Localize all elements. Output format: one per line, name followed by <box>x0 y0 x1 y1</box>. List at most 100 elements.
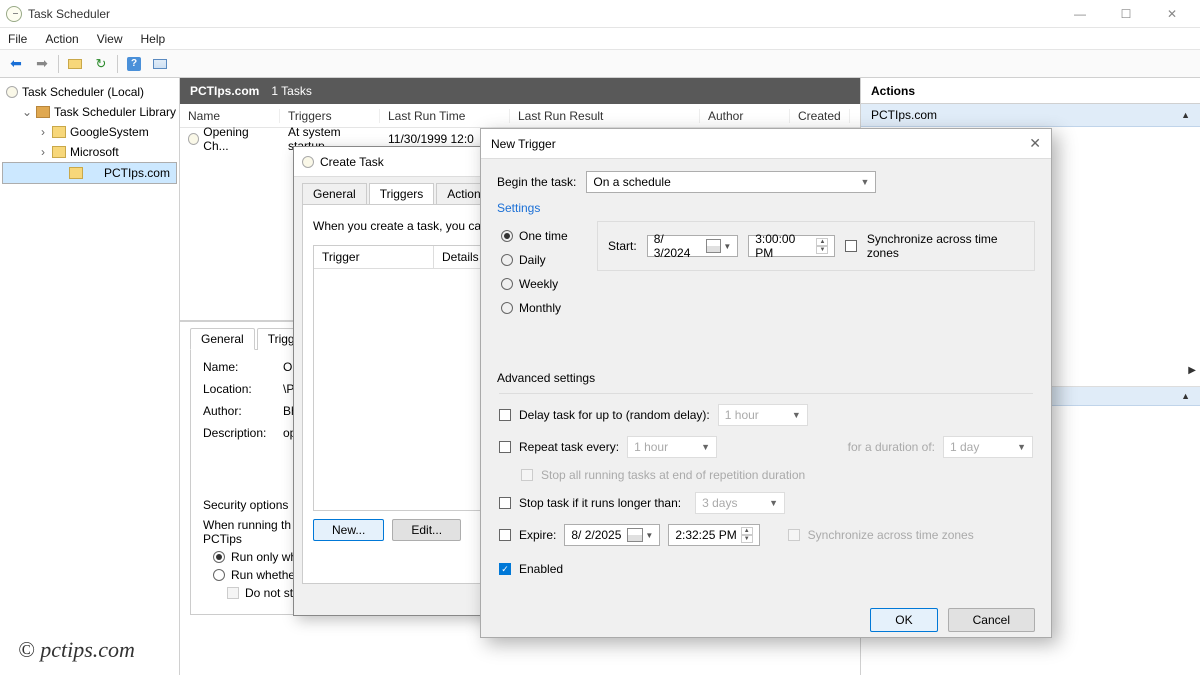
actions-header: Actions <box>861 78 1200 104</box>
col-name[interactable]: Name <box>180 109 280 123</box>
collapse-icon: ▲ <box>1181 110 1190 120</box>
calendar-icon <box>706 239 721 253</box>
spinner-icon: ▲▼ <box>741 527 753 543</box>
menu-view[interactable]: View <box>97 32 123 46</box>
refresh-button[interactable]: ↻ <box>91 54 111 74</box>
close-icon[interactable]: ✕ <box>1029 135 1041 152</box>
clock-icon <box>302 156 314 168</box>
cb-enabled[interactable] <box>499 563 511 575</box>
tree-pane: Task Scheduler (Local) ⌄ Task Scheduler … <box>0 78 180 675</box>
cb-repeat[interactable] <box>499 441 511 453</box>
menu-help[interactable]: Help <box>141 32 166 46</box>
tree-item-pctips[interactable]: PCTIps.com <box>2 162 177 184</box>
repeat-select: 1 hour▼ <box>627 436 717 458</box>
col-author[interactable]: Author <box>700 109 790 123</box>
tiles-button[interactable] <box>150 54 170 74</box>
ct-tab-triggers[interactable]: Triggers <box>369 183 435 204</box>
cb-expire[interactable] <box>499 529 511 541</box>
new-trigger-dialog: New Trigger ✕ Begin the task: On a sched… <box>480 128 1052 638</box>
radio-monthly[interactable]: Monthly <box>501 301 583 315</box>
calendar-icon <box>627 528 643 542</box>
radio-one-time[interactable]: One time <box>501 229 583 243</box>
tree-library[interactable]: ⌄ Task Scheduler Library <box>2 102 177 122</box>
watermark: © pctips.com <box>18 637 135 663</box>
forward-button[interactable]: ➡ <box>32 54 52 74</box>
radio-icon <box>501 254 513 266</box>
radio-icon <box>501 302 513 314</box>
close-button[interactable]: ✕ <box>1158 7 1186 21</box>
chevron-down-icon: ▼ <box>769 498 778 508</box>
radio-icon <box>501 230 513 242</box>
expire-time-input[interactable]: 2:32:25 PM ▲▼ <box>668 524 759 546</box>
cancel-button[interactable]: Cancel <box>948 608 1035 632</box>
col-trigger: Trigger <box>314 246 434 268</box>
tree-item-microsoft[interactable]: › Microsoft <box>2 142 177 162</box>
chevron-down-icon: ▼ <box>860 177 869 187</box>
folder-icon <box>52 146 66 158</box>
chevron-down-icon: ▼ <box>1017 442 1026 452</box>
advanced-label: Advanced settings <box>497 371 1035 385</box>
maximize-button[interactable]: ☐ <box>1112 7 1140 21</box>
ct-tab-general[interactable]: General <box>302 183 367 204</box>
delay-select: 1 hour▼ <box>718 404 808 426</box>
dialog-title: Create Task <box>320 155 384 169</box>
collapse-icon: ▲ <box>1181 391 1190 401</box>
folder-icon <box>69 167 83 179</box>
radio-icon <box>501 278 513 290</box>
dialog-title: New Trigger <box>491 137 556 151</box>
expire-date-input[interactable]: 8/ 2/2025 ▼ <box>564 524 660 546</box>
library-icon <box>36 106 50 118</box>
caret-down-icon: ⌄ <box>22 105 32 119</box>
caret-right-icon: ▶ <box>1188 365 1196 376</box>
tab-general[interactable]: General <box>190 328 255 350</box>
folder-up-button[interactable] <box>65 54 85 74</box>
ok-button[interactable]: OK <box>870 608 937 632</box>
back-button[interactable]: ⬅ <box>6 54 26 74</box>
cb-stop-long[interactable] <box>499 497 511 509</box>
begin-task-select[interactable]: On a schedule ▼ <box>586 171 876 193</box>
radio-icon <box>213 569 225 581</box>
radio-daily[interactable]: Daily <box>501 253 583 267</box>
spinner-icon: ▲▼ <box>816 238 828 254</box>
window-titlebar: Task Scheduler — ☐ ✕ <box>0 0 1200 28</box>
app-icon <box>6 6 22 22</box>
minimize-button[interactable]: — <box>1066 7 1094 21</box>
start-label: Start: <box>608 239 637 253</box>
start-date-input[interactable]: 8/ 3/2024 ▼ <box>647 235 739 257</box>
tree-root[interactable]: Task Scheduler (Local) <box>2 82 177 102</box>
duration-select: 1 day▼ <box>943 436 1033 458</box>
chevron-down-icon: ▼ <box>792 410 801 420</box>
menu-file[interactable]: File <box>8 32 27 46</box>
cb-expire-sync <box>788 529 800 541</box>
task-icon <box>188 133 199 145</box>
folder-icon <box>52 126 66 138</box>
chevron-down-icon: ▼ <box>645 531 653 540</box>
tree-item-googlesystem[interactable]: › GoogleSystem <box>2 122 177 142</box>
col-created[interactable]: Created <box>790 109 850 123</box>
col-last-run-time[interactable]: Last Run Time <box>380 109 510 123</box>
radio-icon <box>213 551 225 563</box>
settings-label: Settings <box>497 201 1035 215</box>
toolbar: ⬅ ➡ ↻ ? <box>0 50 1200 78</box>
col-triggers[interactable]: Triggers <box>280 109 380 123</box>
menu-bar: File Action View Help <box>0 28 1200 50</box>
menu-action[interactable]: Action <box>45 32 78 46</box>
new-trigger-button[interactable]: New... <box>313 519 384 541</box>
help-button[interactable]: ? <box>124 54 144 74</box>
cb-delay[interactable] <box>499 409 511 421</box>
cb-stop-all <box>521 469 533 481</box>
radio-weekly[interactable]: Weekly <box>501 277 583 291</box>
cb-sync-tz[interactable] <box>845 240 856 252</box>
actions-section[interactable]: PCTIps.com ▲ <box>861 104 1200 127</box>
checkbox-icon <box>227 587 239 599</box>
edit-trigger-button[interactable]: Edit... <box>392 519 461 541</box>
caret-right-icon: › <box>38 125 48 139</box>
window-title: Task Scheduler <box>28 7 110 21</box>
clock-icon <box>6 86 18 98</box>
chevron-down-icon: ▼ <box>701 442 710 452</box>
stop-long-select: 3 days▼ <box>695 492 785 514</box>
caret-right-icon: › <box>38 145 48 159</box>
begin-task-label: Begin the task: <box>497 175 576 189</box>
col-last-run-result[interactable]: Last Run Result <box>510 109 700 123</box>
start-time-input[interactable]: 3:00:00 PM ▲▼ <box>748 235 835 257</box>
